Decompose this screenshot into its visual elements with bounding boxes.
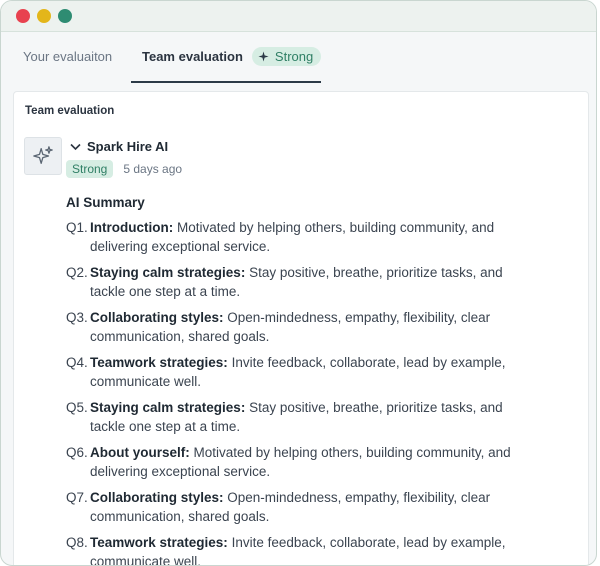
chevron-down-icon [70,143,81,150]
question-label: Teamwork strategies: [90,355,228,370]
question-summary: Collaborating styles: Open-mindedness, e… [90,488,536,526]
list-item: Q7. Collaborating styles: Open-mindedness… [66,488,536,526]
question-label: Teamwork strategies: [90,535,228,550]
tab-team-evaluation[interactable]: Team evaluation Strong [142,32,322,81]
question-label: Collaborating styles: [90,490,224,505]
ai-summary: AI Summary Q1. Introduction: Motivated by… [66,195,536,565]
question-summary: Introduction: Motivated by helping other… [90,218,536,256]
list-item: Q4. Teamwork strategies: Invite feedback,… [66,353,536,391]
question-number: Q7. [66,490,88,505]
question-number: Q4. [66,355,88,370]
evaluation-tabs: Your evaluaiton Team evaluation Strong [1,32,596,83]
timestamp: 5 days ago [123,162,183,176]
question-number: Q5. [66,400,88,415]
summary-title: AI Summary [66,195,145,210]
sparkles-icon [33,146,53,164]
minimize-window-button[interactable] [37,9,51,23]
tab-label: Your evaluaiton [23,49,113,64]
question-summary: Staying calm strategies: Stay positive, … [90,398,536,436]
avatar [24,137,62,175]
question-label: Staying calm strategies: [90,400,246,415]
question-summary: Teamwork strategies: Invite feedback, co… [90,353,536,391]
list-item: Q8. Teamwork strategies: Invite feedback,… [66,533,536,565]
maximize-window-button[interactable] [58,9,72,23]
app-window: Your evaluaiton Team evaluation Strong T… [0,0,597,566]
active-tab-indicator [131,81,321,83]
question-number: Q1. [66,220,88,235]
author-name: Spark Hire AI [87,139,169,154]
list-item: Q1. Introduction: Motivated by helping ot… [66,218,536,256]
question-label: Staying calm strategies: [90,265,246,280]
tab-your-evaluation[interactable]: Your evaluaiton [23,32,112,81]
question-number: Q2. [66,265,88,280]
question-number: Q3. [66,310,88,325]
question-summary: Collaborating styles: Open-mindedness, e… [90,308,536,346]
status-badge: Strong [66,160,114,178]
question-summary: About yourself: Motivated by helping oth… [90,443,536,481]
sparkles-icon [258,51,269,62]
card-title: Team evaluation [25,105,115,117]
tab-strong-badge: Strong [251,47,322,66]
list-item: Q2. Staying calm strategies: Stay positiv… [66,263,536,301]
question-summary: Staying calm strategies: Stay positive, … [90,263,536,301]
author-toggle[interactable]: Spark Hire AI [70,139,168,154]
question-summary: Teamwork strategies: Invite feedback, co… [90,533,536,565]
summary-list: Q1. Introduction: Motivated by helping ot… [66,218,536,565]
question-label: About yourself: [90,445,190,460]
list-item: Q6. About yourself: Motivated by helping … [66,443,536,481]
question-number: Q8. [66,535,88,550]
list-item: Q3. Collaborating styles: Open-mindedness… [66,308,536,346]
question-label: Introduction: [90,220,174,235]
close-window-button[interactable] [16,9,30,23]
team-evaluation-card: Team evaluation Spark Hire AI Strong 5 d… [13,91,589,565]
list-item: Q5. Staying calm strategies: Stay positiv… [66,398,536,436]
tab-badge-label: Strong [274,49,314,64]
question-label: Collaborating styles: [90,310,224,325]
window-titlebar [1,1,596,32]
question-number: Q6. [66,445,88,460]
evaluation-meta: Strong 5 days ago [66,160,182,178]
tab-label: Team evaluation [142,49,243,64]
